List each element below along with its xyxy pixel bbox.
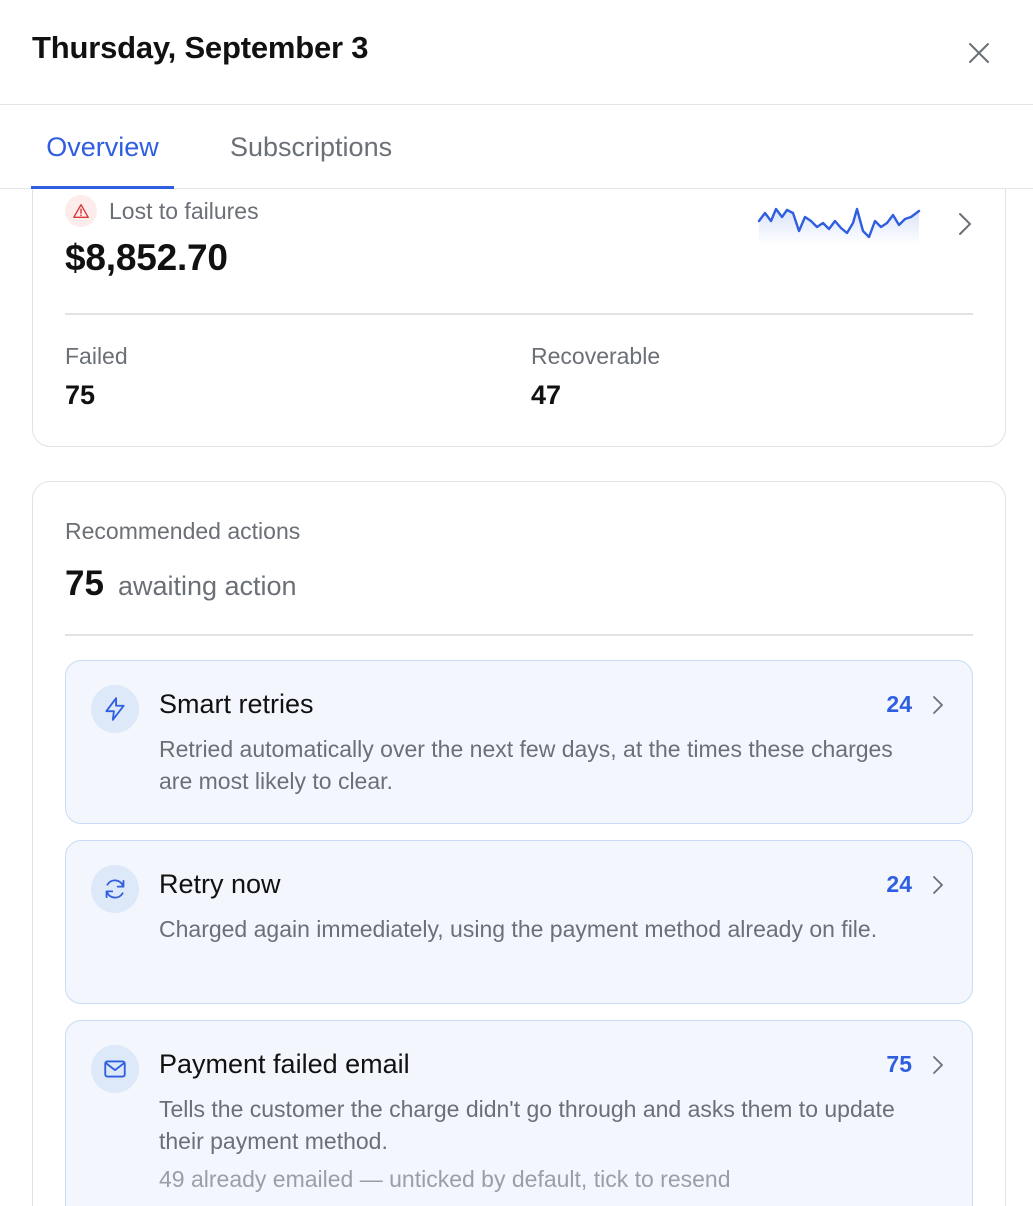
- lost-label: Lost to failures: [109, 198, 259, 224]
- refresh-icon: [91, 865, 139, 913]
- action-note: 49 already emailed — unticked by default…: [159, 1166, 731, 1192]
- mail-icon: [91, 1045, 139, 1093]
- close-button[interactable]: [962, 36, 996, 70]
- divider: [65, 634, 973, 636]
- active-tab-indicator: [31, 186, 174, 189]
- recommended-actions-heading: Recommended actions: [65, 518, 301, 544]
- action-payment-failed-email[interactable]: Payment failed email 75 Tells the custom…: [65, 1020, 973, 1206]
- close-icon: [969, 43, 989, 63]
- panel-header: Thursday, September 3: [0, 0, 1033, 105]
- failed-value: 75: [65, 380, 96, 410]
- awaiting-count-suffix: awaiting action: [117, 571, 297, 601]
- awaiting-count: 75 awaiting action: [65, 564, 297, 604]
- chevron-right-icon[interactable]: [953, 209, 977, 239]
- action-count: 75: [886, 1051, 912, 1077]
- tab-bar: Overview Subscriptions: [0, 105, 1033, 189]
- chevron-right-icon: [933, 1056, 943, 1074]
- failed-label: Failed: [65, 343, 128, 369]
- action-smart-retries[interactable]: Smart retries 24 Retried automatically o…: [65, 660, 973, 824]
- tab-overview[interactable]: Overview: [31, 105, 174, 189]
- action-count: 24: [886, 691, 912, 717]
- lost-amount: $8,852.70: [65, 237, 228, 278]
- divider: [65, 313, 973, 315]
- lightning-icon: [91, 685, 139, 733]
- tab-subscriptions[interactable]: Subscriptions: [230, 105, 392, 189]
- recoverable-label: Recoverable: [531, 343, 661, 369]
- sparkline-chart: [757, 207, 921, 245]
- action-description: Tells the customer the charge didn't go …: [159, 1096, 895, 1154]
- action-description: Retried automatically over the next few …: [159, 736, 893, 794]
- day-detail-panel: Thursday, September 3 Lost to failures $…: [0, 0, 1033, 1206]
- action-title: Retry now: [159, 869, 281, 899]
- lost-to-failures-card: Lost to failures $8,852.70 Failed 75 Rec…: [32, 150, 1006, 447]
- action-retry-now[interactable]: Retry now 24 Charged again immediately, …: [65, 840, 973, 1004]
- chevron-right-icon: [933, 696, 943, 714]
- chevron-right-icon: [933, 876, 943, 894]
- recommended-actions-card: Recommended actions 75 awaiting action S…: [32, 481, 1006, 1206]
- warning-icon: [65, 195, 97, 227]
- awaiting-count-number: 75: [65, 564, 104, 603]
- action-title: Smart retries: [159, 689, 314, 719]
- action-count: 24: [886, 871, 912, 897]
- action-title: Payment failed email: [159, 1049, 410, 1079]
- recoverable-value: 47: [531, 380, 562, 410]
- page-title: Thursday, September 3: [32, 30, 369, 65]
- action-description: Charged again immediately, using the pay…: [159, 916, 878, 942]
